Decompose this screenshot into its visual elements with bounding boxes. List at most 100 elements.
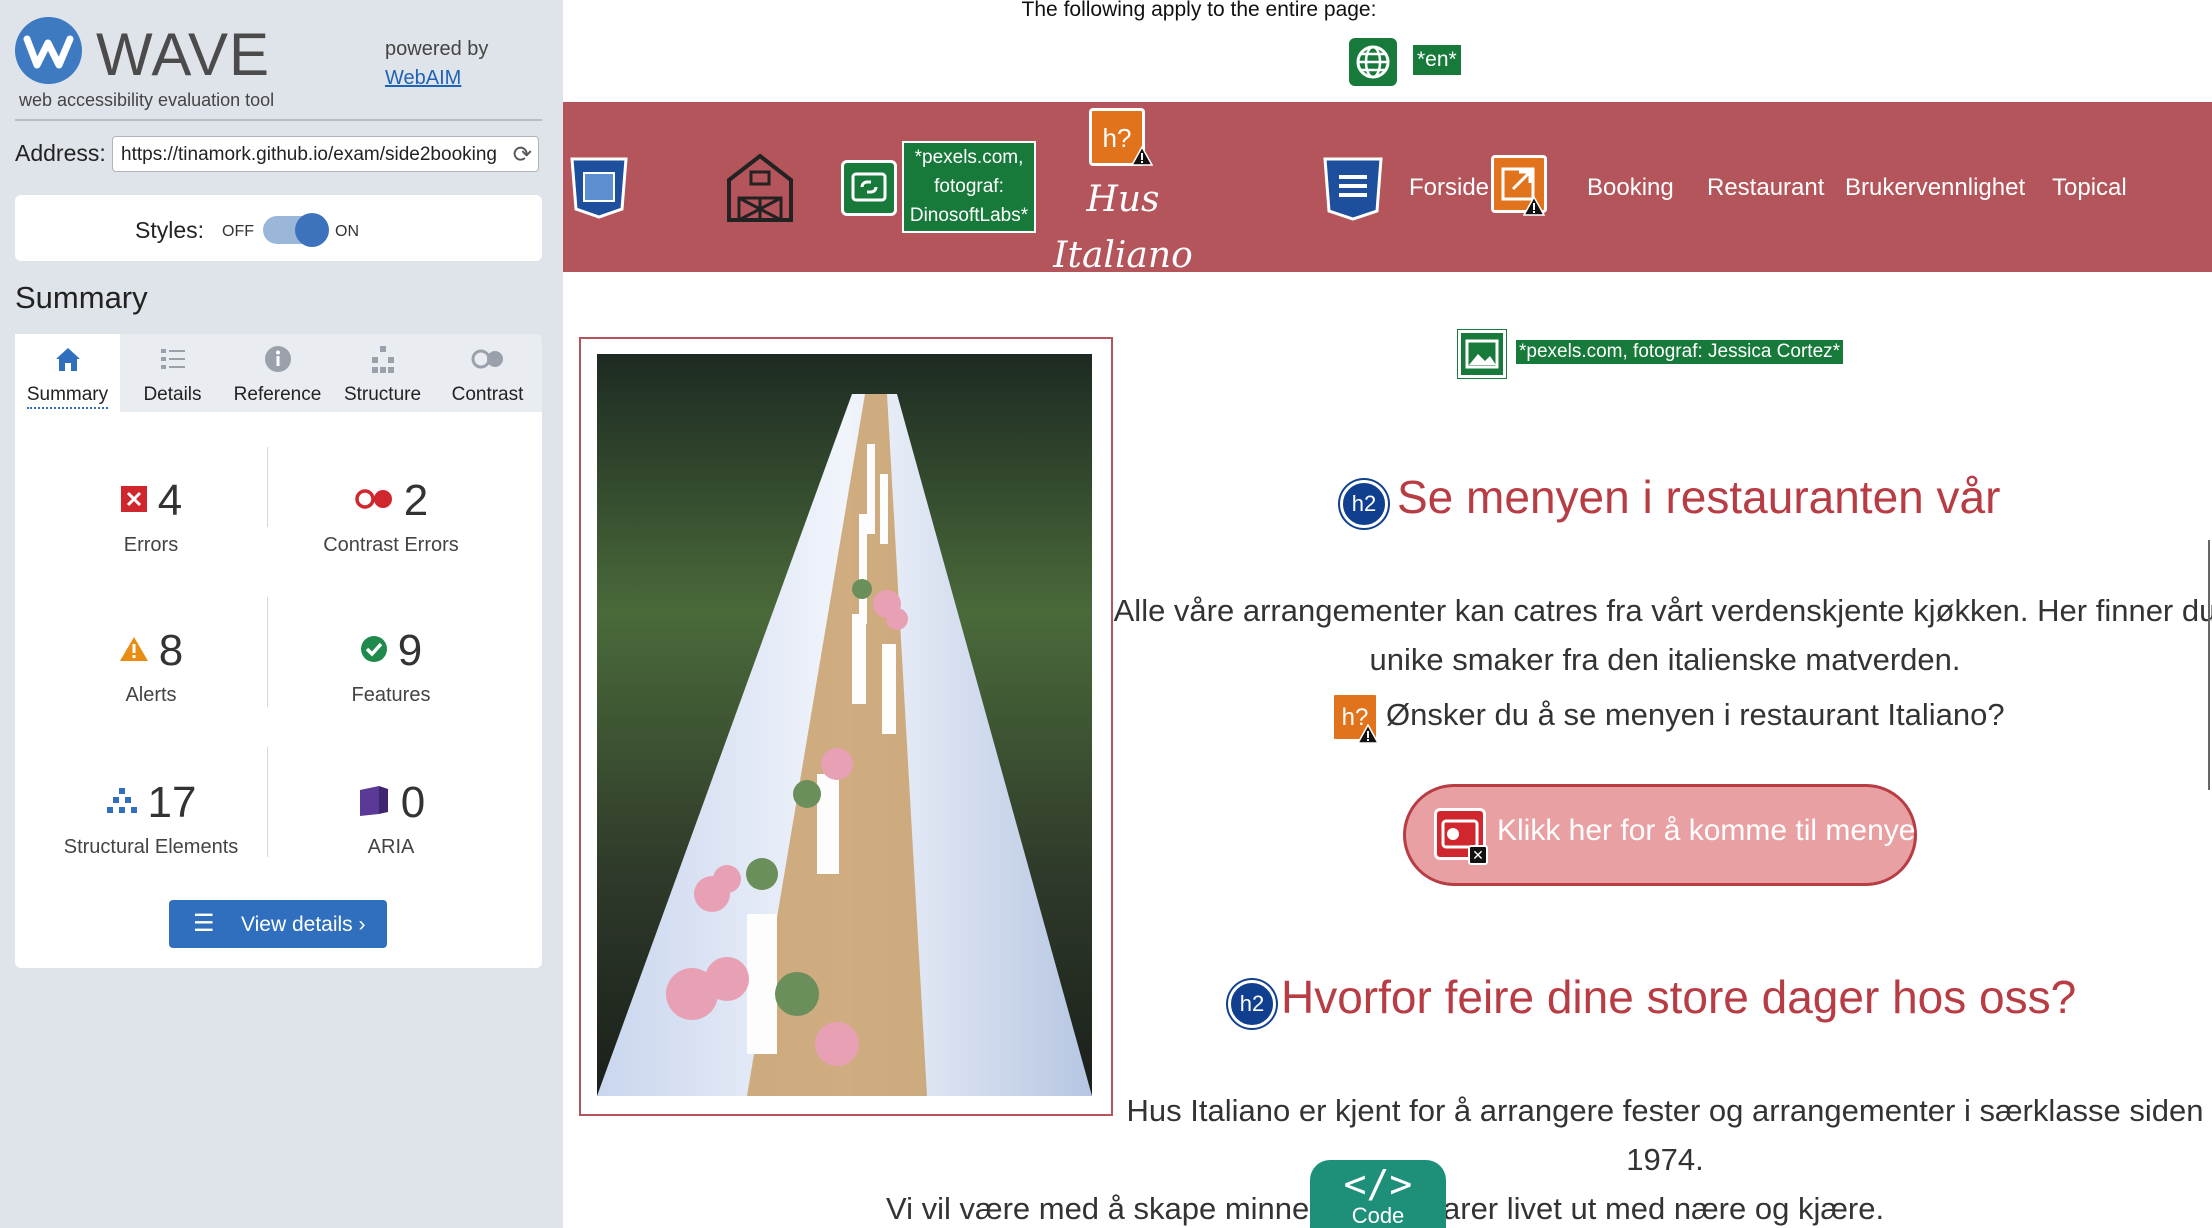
- nav-link-brukervennlighet[interactable]: Brukervennlighet: [1845, 174, 2025, 202]
- h2-heading-icon[interactable]: h2: [1340, 480, 1388, 528]
- language-globe-icon[interactable]: [1349, 38, 1397, 86]
- stat-features[interactable]: 9 Features: [271, 626, 511, 707]
- scrollbar[interactable]: [2208, 540, 2210, 790]
- sidebar-divider: [15, 119, 542, 121]
- header-landmark-icon[interactable]: [568, 155, 630, 224]
- wave-sidebar: WAVE web accessibility evaluation tool p…: [0, 0, 563, 1228]
- heading-menu: Se menyen i restauranten vår: [1397, 471, 2001, 523]
- info-icon: [261, 344, 295, 378]
- stat-structural[interactable]: 17 Structural Elements: [31, 778, 271, 859]
- reload-icon[interactable]: ⟳: [513, 141, 532, 168]
- brand-name: Hus Italiano: [1033, 172, 1213, 284]
- photo-alt-text-tag[interactable]: *pexels.com, fotograf: Jessica Cortez*: [1516, 340, 1844, 364]
- stat-contrast-errors[interactable]: 2 Contrast Errors: [271, 476, 511, 557]
- view-details-button[interactable]: ☰ View details ›: [169, 900, 387, 948]
- contrast-error-icon: [354, 487, 394, 516]
- aria-count: 0: [400, 778, 426, 827]
- stat-errors[interactable]: 4 Errors: [31, 476, 271, 557]
- alert-warning-icon: [1130, 145, 1154, 171]
- wave-logo-text: WAVE: [96, 21, 271, 88]
- evaluated-page: The following apply to the entire page: …: [563, 0, 2212, 1228]
- structural-count: 17: [147, 778, 197, 827]
- nav-link-forside[interactable]: Forside: [1409, 174, 1489, 202]
- history-line-2: 1974.: [1626, 1142, 1704, 1177]
- alert-warning-icon: [1356, 723, 1380, 749]
- errors-count: 4: [157, 476, 183, 525]
- tab-label: Contrast: [451, 384, 524, 405]
- webaim-link[interactable]: WebAIM: [385, 67, 461, 90]
- stat-aria[interactable]: 0 ARIA: [271, 778, 511, 859]
- styles-off-label: OFF: [222, 223, 254, 240]
- navigation-landmark-icon[interactable]: [1321, 155, 1385, 226]
- nav-link-topical[interactable]: Topical: [2052, 174, 2127, 202]
- intro-paragraph: Alle våre arrangementer kan catres fra v…: [1110, 586, 2212, 684]
- home-icon: [51, 344, 85, 378]
- wave-subtitle: web accessibility evaluation tool: [19, 90, 275, 110]
- menu-question: Ønsker du å se menyen i restaurant Itali…: [1386, 697, 2005, 732]
- styles-toggle[interactable]: [263, 213, 329, 247]
- errors-label: Errors: [123, 534, 179, 556]
- panel-tabs: Summary Details Reference Structure Cont…: [15, 334, 542, 412]
- logo-alt-text-tag[interactable]: *pexels.com, fotograf: DinosoftLabs*: [902, 141, 1036, 233]
- error-icon: [120, 485, 148, 518]
- feature-check-icon: [360, 635, 388, 668]
- toggle-knob[interactable]: [295, 213, 329, 247]
- stat-alerts[interactable]: 8 Alerts: [31, 626, 271, 707]
- tab-label: Reference: [233, 384, 322, 405]
- linked-image-icon[interactable]: [841, 160, 897, 216]
- features-label: Features: [351, 684, 431, 706]
- summary-stats: 4 Errors 2 Contrast Errors 8 Alerts 9 Fe…: [15, 412, 542, 968]
- barn-logo-icon: [723, 150, 797, 229]
- heading-why-celebrate: Hvorfor feire dine store dager hos oss?: [1281, 971, 2077, 1023]
- tab-label: Details: [143, 384, 202, 405]
- alert-icon: [119, 635, 149, 668]
- page-level-note: The following apply to the entire page:: [1021, 0, 1377, 21]
- nav-link-restaurant[interactable]: Restaurant: [1707, 174, 1824, 202]
- address-field[interactable]: https://tinamork.github.io/exam/side2boo…: [112, 136, 539, 172]
- powered-by-label: powered by: [385, 38, 489, 60]
- code-icon: </>: [1343, 1162, 1413, 1206]
- tab-label: Structure: [343, 384, 422, 405]
- view-details-label: View details ›: [241, 913, 366, 936]
- features-count: 9: [397, 626, 423, 675]
- structure-icon: [366, 344, 400, 378]
- tab-details[interactable]: Details: [120, 334, 225, 412]
- nav-link-booking[interactable]: Booking: [1587, 174, 1674, 202]
- code-panel-toggle[interactable]: </> Code: [1310, 1160, 1446, 1228]
- tab-reference[interactable]: Reference: [225, 334, 330, 412]
- history-line-1: Hus Italiano er kjent for å arrangere fe…: [1126, 1093, 2204, 1128]
- list-icon: [156, 344, 190, 378]
- tab-summary[interactable]: Summary: [15, 334, 120, 412]
- menu-link-label: Klikk her for å komme til menyen: [1497, 814, 1933, 847]
- wave-logo-icon: [15, 17, 82, 84]
- list-icon: ☰: [193, 910, 215, 937]
- address-value[interactable]: https://tinamork.github.io/exam/side2boo…: [121, 144, 496, 166]
- styles-on-label: ON: [335, 223, 359, 240]
- aria-icon: [357, 784, 391, 823]
- brand-line-2: Italiano: [1053, 235, 1193, 276]
- h2-heading-icon[interactable]: h2: [1228, 980, 1276, 1028]
- menu-link-button[interactable]: ✕ Klikk her for å komme til menyen: [1403, 784, 1932, 886]
- tab-structure[interactable]: Structure: [330, 334, 435, 412]
- tab-contrast[interactable]: Contrast: [435, 334, 540, 412]
- styles-card: Styles: OFF ON: [15, 195, 542, 261]
- brand-line-1: Hus: [1086, 179, 1160, 220]
- intro-line-1: Alle våre arrangementer kan catres fra v…: [1113, 593, 2212, 628]
- address-label: Address:: [15, 140, 106, 166]
- tab-label: Summary: [26, 384, 109, 409]
- structural-label: Structural Elements: [63, 836, 239, 858]
- contrast-errors-label: Contrast Errors: [323, 534, 459, 556]
- styles-label: Styles:: [135, 217, 205, 243]
- memories-text-start: Vi vil være med å skape minne: [886, 1191, 1310, 1226]
- contrast-icon: [471, 344, 505, 378]
- history-paragraph: Hus Italiano er kjent for å arrangere fe…: [1110, 1086, 2212, 1184]
- alert-warning-icon: [1522, 195, 1546, 221]
- language-tag[interactable]: *en*: [1413, 45, 1461, 75]
- contrast-errors-count: 2: [403, 476, 429, 525]
- alerts-label: Alerts: [125, 684, 177, 706]
- alerts-count: 8: [158, 626, 184, 675]
- summary-heading: Summary: [15, 280, 148, 315]
- code-label: Code: [1351, 1203, 1405, 1228]
- error-close-icon: ✕: [1468, 845, 1488, 865]
- image-alt-icon[interactable]: [1458, 330, 1506, 378]
